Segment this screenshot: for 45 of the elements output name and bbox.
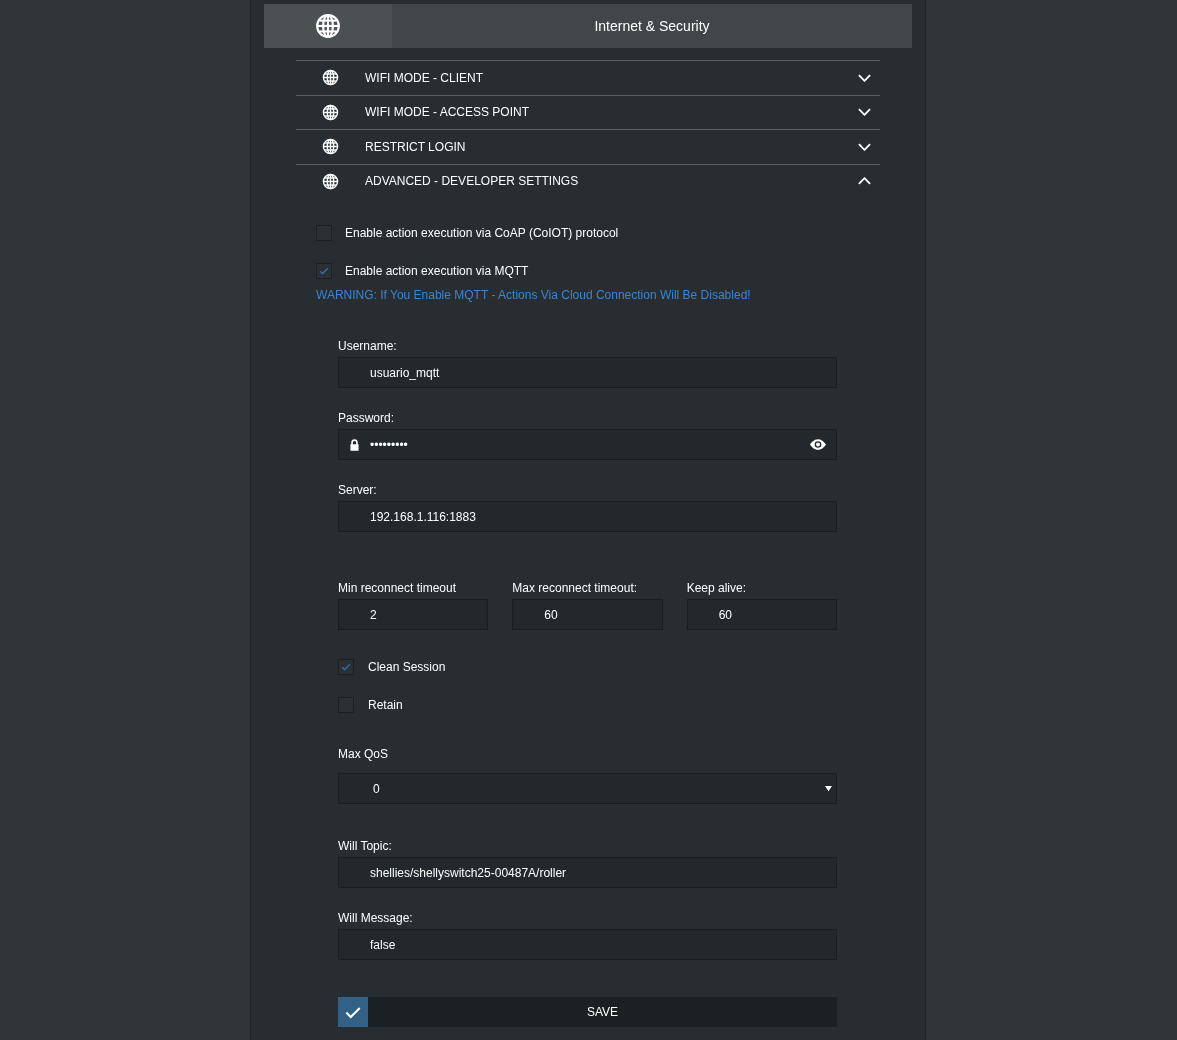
input-field[interactable]: usuario_mqtt bbox=[338, 357, 837, 388]
save-button[interactable]: SAVE bbox=[338, 997, 837, 1027]
chevron-down-icon bbox=[858, 142, 871, 151]
checkmark-icon bbox=[340, 661, 352, 673]
accordion-header[interactable]: WIFI MODE - ACCESS POINT bbox=[296, 94, 880, 129]
globe-icon bbox=[322, 138, 339, 156]
field-label: Max reconnect timeout: bbox=[512, 579, 639, 597]
lock-icon bbox=[348, 437, 361, 452]
checkmark-icon bbox=[318, 265, 330, 277]
chevron-up-icon bbox=[858, 177, 871, 186]
input-field[interactable]: 2 bbox=[338, 599, 489, 630]
field-label: Password: bbox=[338, 409, 396, 427]
input-field[interactable]: 192.168.1.116:1883 bbox=[338, 501, 837, 532]
password-field[interactable]: ••••••••• bbox=[338, 429, 837, 460]
warning-text: WARNING: If You Enable MQTT - Actions Via Cloud Connection Will Be Disabled! bbox=[316, 287, 752, 304]
globe-icon bbox=[315, 13, 341, 39]
field-label: Server: bbox=[338, 481, 378, 499]
field-label: Username: bbox=[338, 337, 398, 355]
globe-icon bbox=[322, 172, 339, 190]
field-label: Max QoS bbox=[338, 745, 389, 763]
accordion-header[interactable]: RESTRICT LOGIN bbox=[296, 129, 880, 164]
globe-icon bbox=[322, 69, 339, 87]
eye-icon[interactable] bbox=[810, 439, 826, 450]
input-field[interactable]: shellies/shellyswitch25-00487A/roller bbox=[338, 857, 837, 888]
checkbox[interactable] bbox=[316, 263, 332, 279]
field-label: Will Message: bbox=[338, 909, 414, 927]
header-title: Internet & Security bbox=[593, 16, 711, 36]
field-label: Will Topic: bbox=[338, 837, 393, 855]
field-label: Keep alive: bbox=[686, 579, 748, 597]
accordion-header[interactable]: WIFI MODE - CLIENT bbox=[296, 60, 880, 95]
input-field[interactable]: false bbox=[338, 929, 837, 960]
qos-select[interactable]: 0 bbox=[338, 773, 837, 804]
input-field[interactable]: 60 bbox=[512, 599, 663, 630]
option-label: Enable action execution via CoAP (CoIOT) protocol bbox=[345, 225, 619, 242]
option-label: Clean Session bbox=[368, 659, 446, 676]
input-field[interactable]: 60 bbox=[686, 599, 837, 630]
checkbox[interactable] bbox=[338, 659, 354, 675]
dropdown-arrow-icon bbox=[825, 785, 832, 792]
option-label: Retain bbox=[368, 697, 403, 714]
globe-icon bbox=[322, 103, 339, 121]
option-label: Enable action execution via MQTT bbox=[345, 263, 529, 280]
accordion-header[interactable]: ADVANCED - DEVELOPER SETTINGS bbox=[296, 163, 880, 198]
field-label: Min reconnect timeout bbox=[338, 579, 458, 597]
chevron-down-icon bbox=[858, 108, 871, 117]
chevron-down-icon bbox=[858, 73, 871, 82]
